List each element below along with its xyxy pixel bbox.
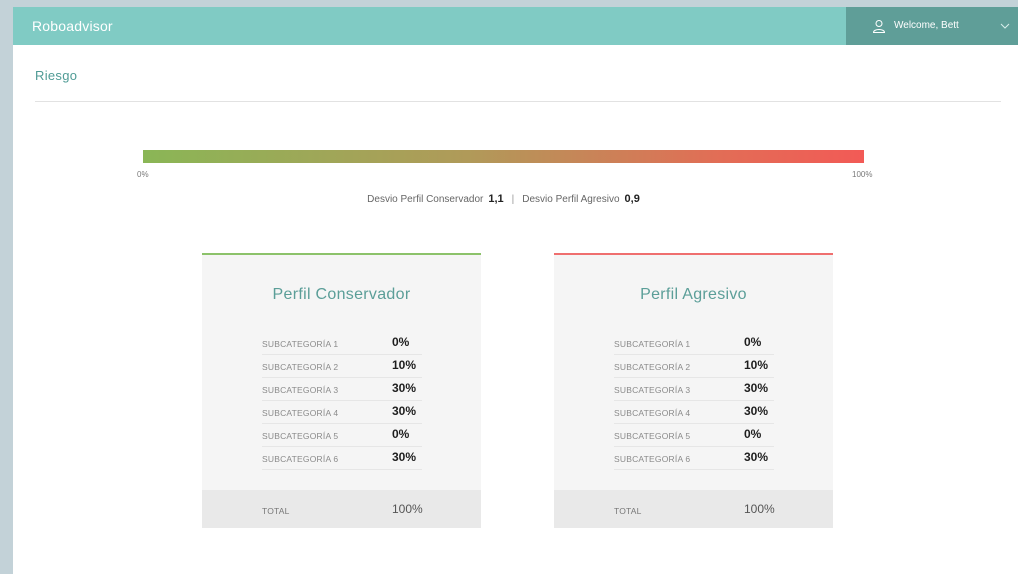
risk-max-label: 100% — [852, 170, 873, 179]
row-value: 30% — [392, 450, 417, 464]
row-label: SUBCATEGORÍA 2 — [262, 362, 339, 372]
row-value: 30% — [744, 381, 769, 395]
brand-logo[interactable]: Roboadvisor — [32, 18, 113, 34]
row-value: 30% — [744, 450, 769, 464]
title-divider — [35, 101, 1001, 102]
welcome-label: Welcome, Bett — [894, 20, 959, 31]
row-value: 0% — [744, 335, 762, 349]
page-title: Riesgo — [35, 68, 78, 83]
deviation-conservador-value: 1,1 — [488, 193, 504, 205]
table-row: SUBCATEGORÍA 4 30% — [262, 400, 422, 424]
row-value: 0% — [392, 427, 410, 441]
total-label: TOTAL — [262, 506, 290, 516]
deviation-conservador-label: Desvio Perfil Conservador — [367, 194, 484, 205]
deviation-summary: Desvio Perfil Conservador 1,1 | Desvio Perf… — [13, 193, 994, 205]
table-row: SUBCATEGORÍA 4 30% — [614, 400, 774, 424]
profile-card-agresivo: Perfil Agresivo SUBCATEGORÍA 1 0% SUBCAT… — [554, 253, 833, 528]
risk-min-label: 0% — [137, 170, 149, 179]
total-label: TOTAL — [614, 506, 642, 516]
table-row: SUBCATEGORÍA 2 10% — [614, 354, 774, 378]
row-value: 10% — [392, 358, 417, 372]
deviation-separator: | — [511, 194, 515, 205]
row-value: 30% — [392, 404, 417, 418]
total-value: 100% — [392, 502, 423, 516]
row-label: SUBCATEGORÍA 3 — [262, 385, 339, 395]
user-menu[interactable]: Welcome, Bett — [846, 7, 1018, 45]
table-row: SUBCATEGORÍA 6 30% — [614, 446, 774, 470]
total-value: 100% — [744, 502, 775, 516]
table-row: SUBCATEGORÍA 1 0% — [614, 331, 774, 355]
row-label: SUBCATEGORÍA 5 — [614, 431, 691, 441]
row-label: SUBCATEGORÍA 4 — [262, 408, 339, 418]
row-label: SUBCATEGORÍA 2 — [614, 362, 691, 372]
top-navbar: Roboadvisor Welcome, Bett — [13, 7, 1018, 45]
row-label: SUBCATEGORÍA 6 — [614, 454, 691, 464]
table-row: SUBCATEGORÍA 2 10% — [262, 354, 422, 378]
user-icon — [872, 20, 886, 33]
row-value: 0% — [392, 335, 410, 349]
row-value: 30% — [392, 381, 417, 395]
row-label: SUBCATEGORÍA 1 — [614, 339, 691, 349]
table-row: SUBCATEGORÍA 6 30% — [262, 446, 422, 470]
chevron-down-icon[interactable] — [1000, 22, 1010, 30]
profile-title: Perfil Conservador — [272, 286, 411, 303]
total-footer: TOTAL 100% — [554, 490, 833, 528]
table-row: SUBCATEGORÍA 3 30% — [614, 377, 774, 401]
total-footer: TOTAL 100% — [202, 490, 481, 528]
profile-title: Perfil Agresivo — [640, 286, 747, 303]
row-label: SUBCATEGORÍA 3 — [614, 385, 691, 395]
app-window: Roboadvisor Welcome, Bett Riesgo 0% 100%… — [13, 7, 1018, 574]
row-value: 0% — [744, 427, 762, 441]
table-row: SUBCATEGORÍA 5 0% — [614, 423, 774, 447]
row-label: SUBCATEGORÍA 5 — [262, 431, 339, 441]
deviation-agresivo-label: Desvio Perfil Agresivo — [522, 194, 620, 205]
row-label: SUBCATEGORÍA 6 — [262, 454, 339, 464]
row-value: 30% — [744, 404, 769, 418]
table-row: SUBCATEGORÍA 5 0% — [262, 423, 422, 447]
profile-card-conservador: Perfil Conservador SUBCATEGORÍA 1 0% SUB… — [202, 253, 481, 528]
row-label: SUBCATEGORÍA 1 — [262, 339, 339, 349]
row-label: SUBCATEGORÍA 4 — [614, 408, 691, 418]
risk-gradient-bar — [143, 150, 864, 163]
deviation-agresivo-value: 0,9 — [624, 193, 640, 205]
table-row: SUBCATEGORÍA 1 0% — [262, 331, 422, 355]
table-row: SUBCATEGORÍA 3 30% — [262, 377, 422, 401]
row-value: 10% — [744, 358, 769, 372]
